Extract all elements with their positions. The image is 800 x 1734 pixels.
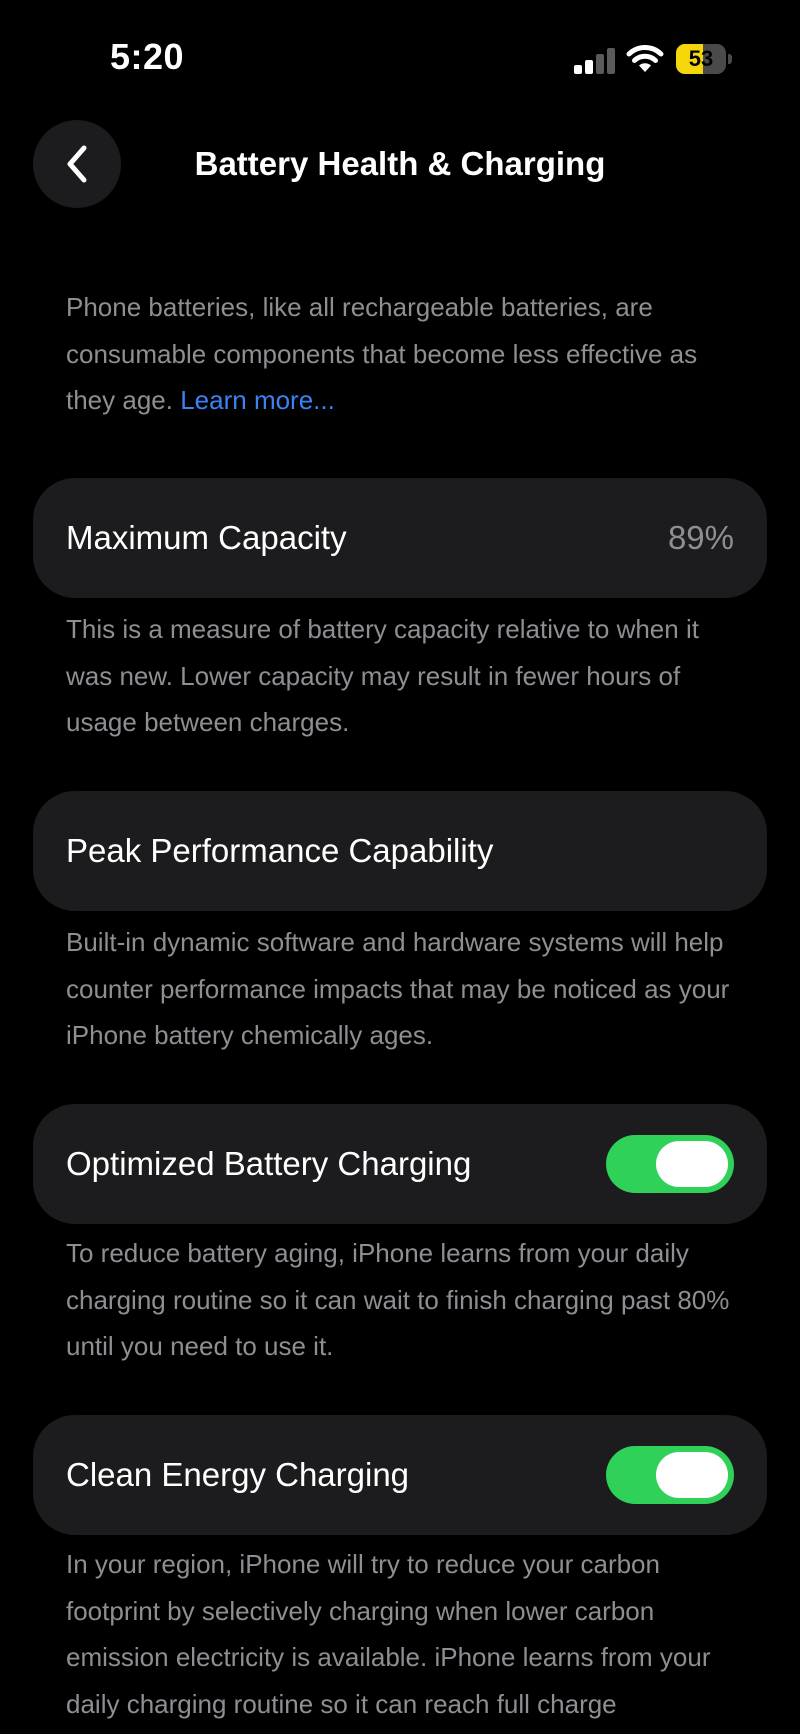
clean-energy-row: Clean Energy Charging xyxy=(33,1415,767,1535)
battery-tip xyxy=(728,54,732,64)
clean-energy-toggle[interactable] xyxy=(606,1446,734,1504)
battery-body: 53 xyxy=(676,44,726,74)
optimized-charging-toggle[interactable] xyxy=(606,1135,734,1193)
max-capacity-description: This is a measure of battery capacity re… xyxy=(66,614,699,737)
battery-level: 53 xyxy=(688,46,714,71)
intro-description: Phone batteries, like all rechargeable b… xyxy=(66,292,698,415)
learn-more-link[interactable]: Learn more... xyxy=(180,385,335,415)
optimized-charging-label: Optimized Battery Charging xyxy=(66,1145,472,1182)
status-time: 5:20 xyxy=(110,36,185,77)
toggle-knob xyxy=(656,1141,728,1187)
clean-energy-description: In your region, iPhone will try to reduc… xyxy=(66,1549,711,1719)
cellular-signal-icon xyxy=(574,48,615,74)
battery-icon: 53 xyxy=(676,44,732,74)
battery-health-screen: 5:20 53 Battery Health & Charging Phone … xyxy=(0,0,800,1734)
optimized-charging-description: To reduce battery aging, iPhone learns f… xyxy=(66,1238,730,1361)
max-capacity-value: 89% xyxy=(667,519,734,556)
peak-performance-label: Peak Performance Capability xyxy=(66,832,494,869)
max-capacity-row: Maximum Capacity 89% xyxy=(33,478,767,598)
page-title: Battery Health & Charging xyxy=(194,145,606,182)
wifi-icon xyxy=(626,45,664,72)
peak-performance-description: Built-in dynamic software and hardware s… xyxy=(66,927,730,1050)
toggle-knob xyxy=(656,1452,728,1498)
clean-energy-label: Clean Energy Charging xyxy=(66,1456,410,1493)
intro-text: Phone batteries, like all rechargeable b… xyxy=(66,284,746,424)
optimized-charging-row: Optimized Battery Charging xyxy=(33,1104,767,1224)
peak-performance-row: Peak Performance Capability xyxy=(33,791,767,911)
status-bar: 5:20 53 xyxy=(0,0,800,110)
max-capacity-label: Maximum Capacity xyxy=(66,519,347,556)
